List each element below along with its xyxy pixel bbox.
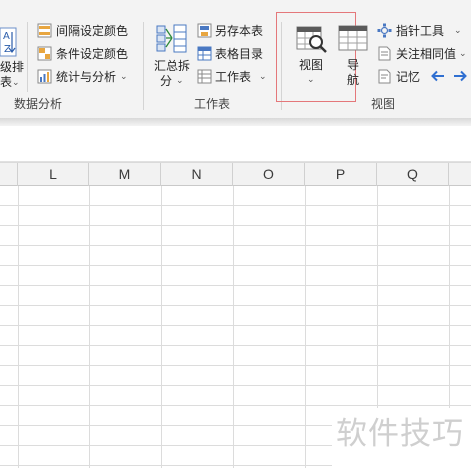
chevron-down-icon[interactable]: ⌄: [120, 72, 128, 82]
grid-line: [0, 405, 471, 406]
interval-color-icon: [37, 23, 52, 38]
worksheet-button[interactable]: 工作表: [215, 69, 251, 85]
summary-split-label-line1[interactable]: 汇总拆: [154, 58, 190, 74]
grid-line: [0, 385, 471, 386]
arrow-right-icon[interactable]: [453, 70, 467, 82]
interval-color-button[interactable]: 间隔设定颜色: [56, 23, 128, 39]
chevron-down-icon[interactable]: ⌄: [259, 72, 267, 82]
grid-line: [0, 265, 471, 266]
condition-color-icon: [37, 46, 52, 61]
view-group-label: 视图: [371, 97, 396, 111]
pointer-tool-icon: [377, 23, 392, 38]
grid-line: [0, 305, 471, 306]
nav-label-line2[interactable]: 航: [347, 72, 359, 88]
svg-text:A: A: [3, 31, 10, 42]
formula-bar-area: [0, 126, 471, 162]
separator: [27, 22, 28, 92]
summary-split-icon[interactable]: [156, 24, 188, 54]
chevron-down-icon[interactable]: ⌄: [176, 76, 184, 86]
grid-line: [0, 325, 471, 326]
grid-line: [0, 245, 471, 246]
nav-label-line1[interactable]: 导: [347, 57, 359, 73]
column-header-row: L M N O P Q: [0, 162, 471, 186]
chevron-down-icon[interactable]: ⌄: [454, 26, 462, 36]
statistics-icon: [37, 69, 52, 84]
navigation-icon[interactable]: [338, 24, 368, 52]
worksheet-icon: [197, 69, 212, 84]
column-header-partial[interactable]: [0, 163, 18, 186]
save-sheet-button[interactable]: 另存本表: [215, 23, 263, 39]
grid-line: [0, 285, 471, 286]
table-catalog-icon: [197, 46, 212, 61]
chevron-down-icon[interactable]: ⌄: [12, 78, 20, 88]
grid-line: [0, 365, 471, 366]
ribbon-shadow: [0, 118, 471, 126]
grid-line: [0, 205, 471, 206]
condition-color-button[interactable]: 条件设定颜色: [56, 46, 128, 62]
statistics-button[interactable]: 统计与分析: [56, 69, 116, 85]
watermark-text: 软件技巧: [336, 416, 464, 452]
pointer-tool-button[interactable]: 指针工具: [396, 23, 444, 39]
summary-split-label-line2[interactable]: 分: [160, 73, 172, 89]
grid-line: [0, 345, 471, 346]
column-header-m[interactable]: M: [89, 163, 161, 186]
save-sheet-icon: [197, 23, 212, 38]
column-header-n[interactable]: N: [161, 163, 233, 186]
chevron-down-icon[interactable]: ⌄: [307, 75, 315, 85]
data-analysis-group-label: 数据分析: [14, 97, 63, 111]
column-header-p[interactable]: P: [305, 163, 377, 186]
separator: [143, 22, 144, 110]
worksheet-group-label: 工作表: [194, 97, 231, 111]
view-magnifier-icon[interactable]: [296, 24, 328, 54]
memory-button[interactable]: 记忆: [396, 69, 420, 85]
column-header-o[interactable]: O: [233, 163, 305, 186]
memory-icon: [377, 69, 392, 84]
table-catalog-button[interactable]: 表格目录: [215, 46, 263, 62]
column-header-l[interactable]: L: [18, 163, 89, 186]
chevron-down-icon[interactable]: ⌄: [459, 49, 467, 59]
sort-label-line1[interactable]: 级排: [0, 59, 24, 75]
grid-line: [0, 225, 471, 226]
sort-label-line2[interactable]: 表: [0, 74, 12, 90]
focus-same-value-icon: [377, 46, 392, 61]
focus-same-value-button[interactable]: 关注相同值: [396, 46, 456, 62]
sort-az-icon[interactable]: A Z: [0, 27, 18, 57]
arrow-left-icon[interactable]: [431, 70, 445, 82]
view-button[interactable]: 视图: [299, 57, 323, 73]
column-header-q[interactable]: Q: [377, 163, 449, 186]
